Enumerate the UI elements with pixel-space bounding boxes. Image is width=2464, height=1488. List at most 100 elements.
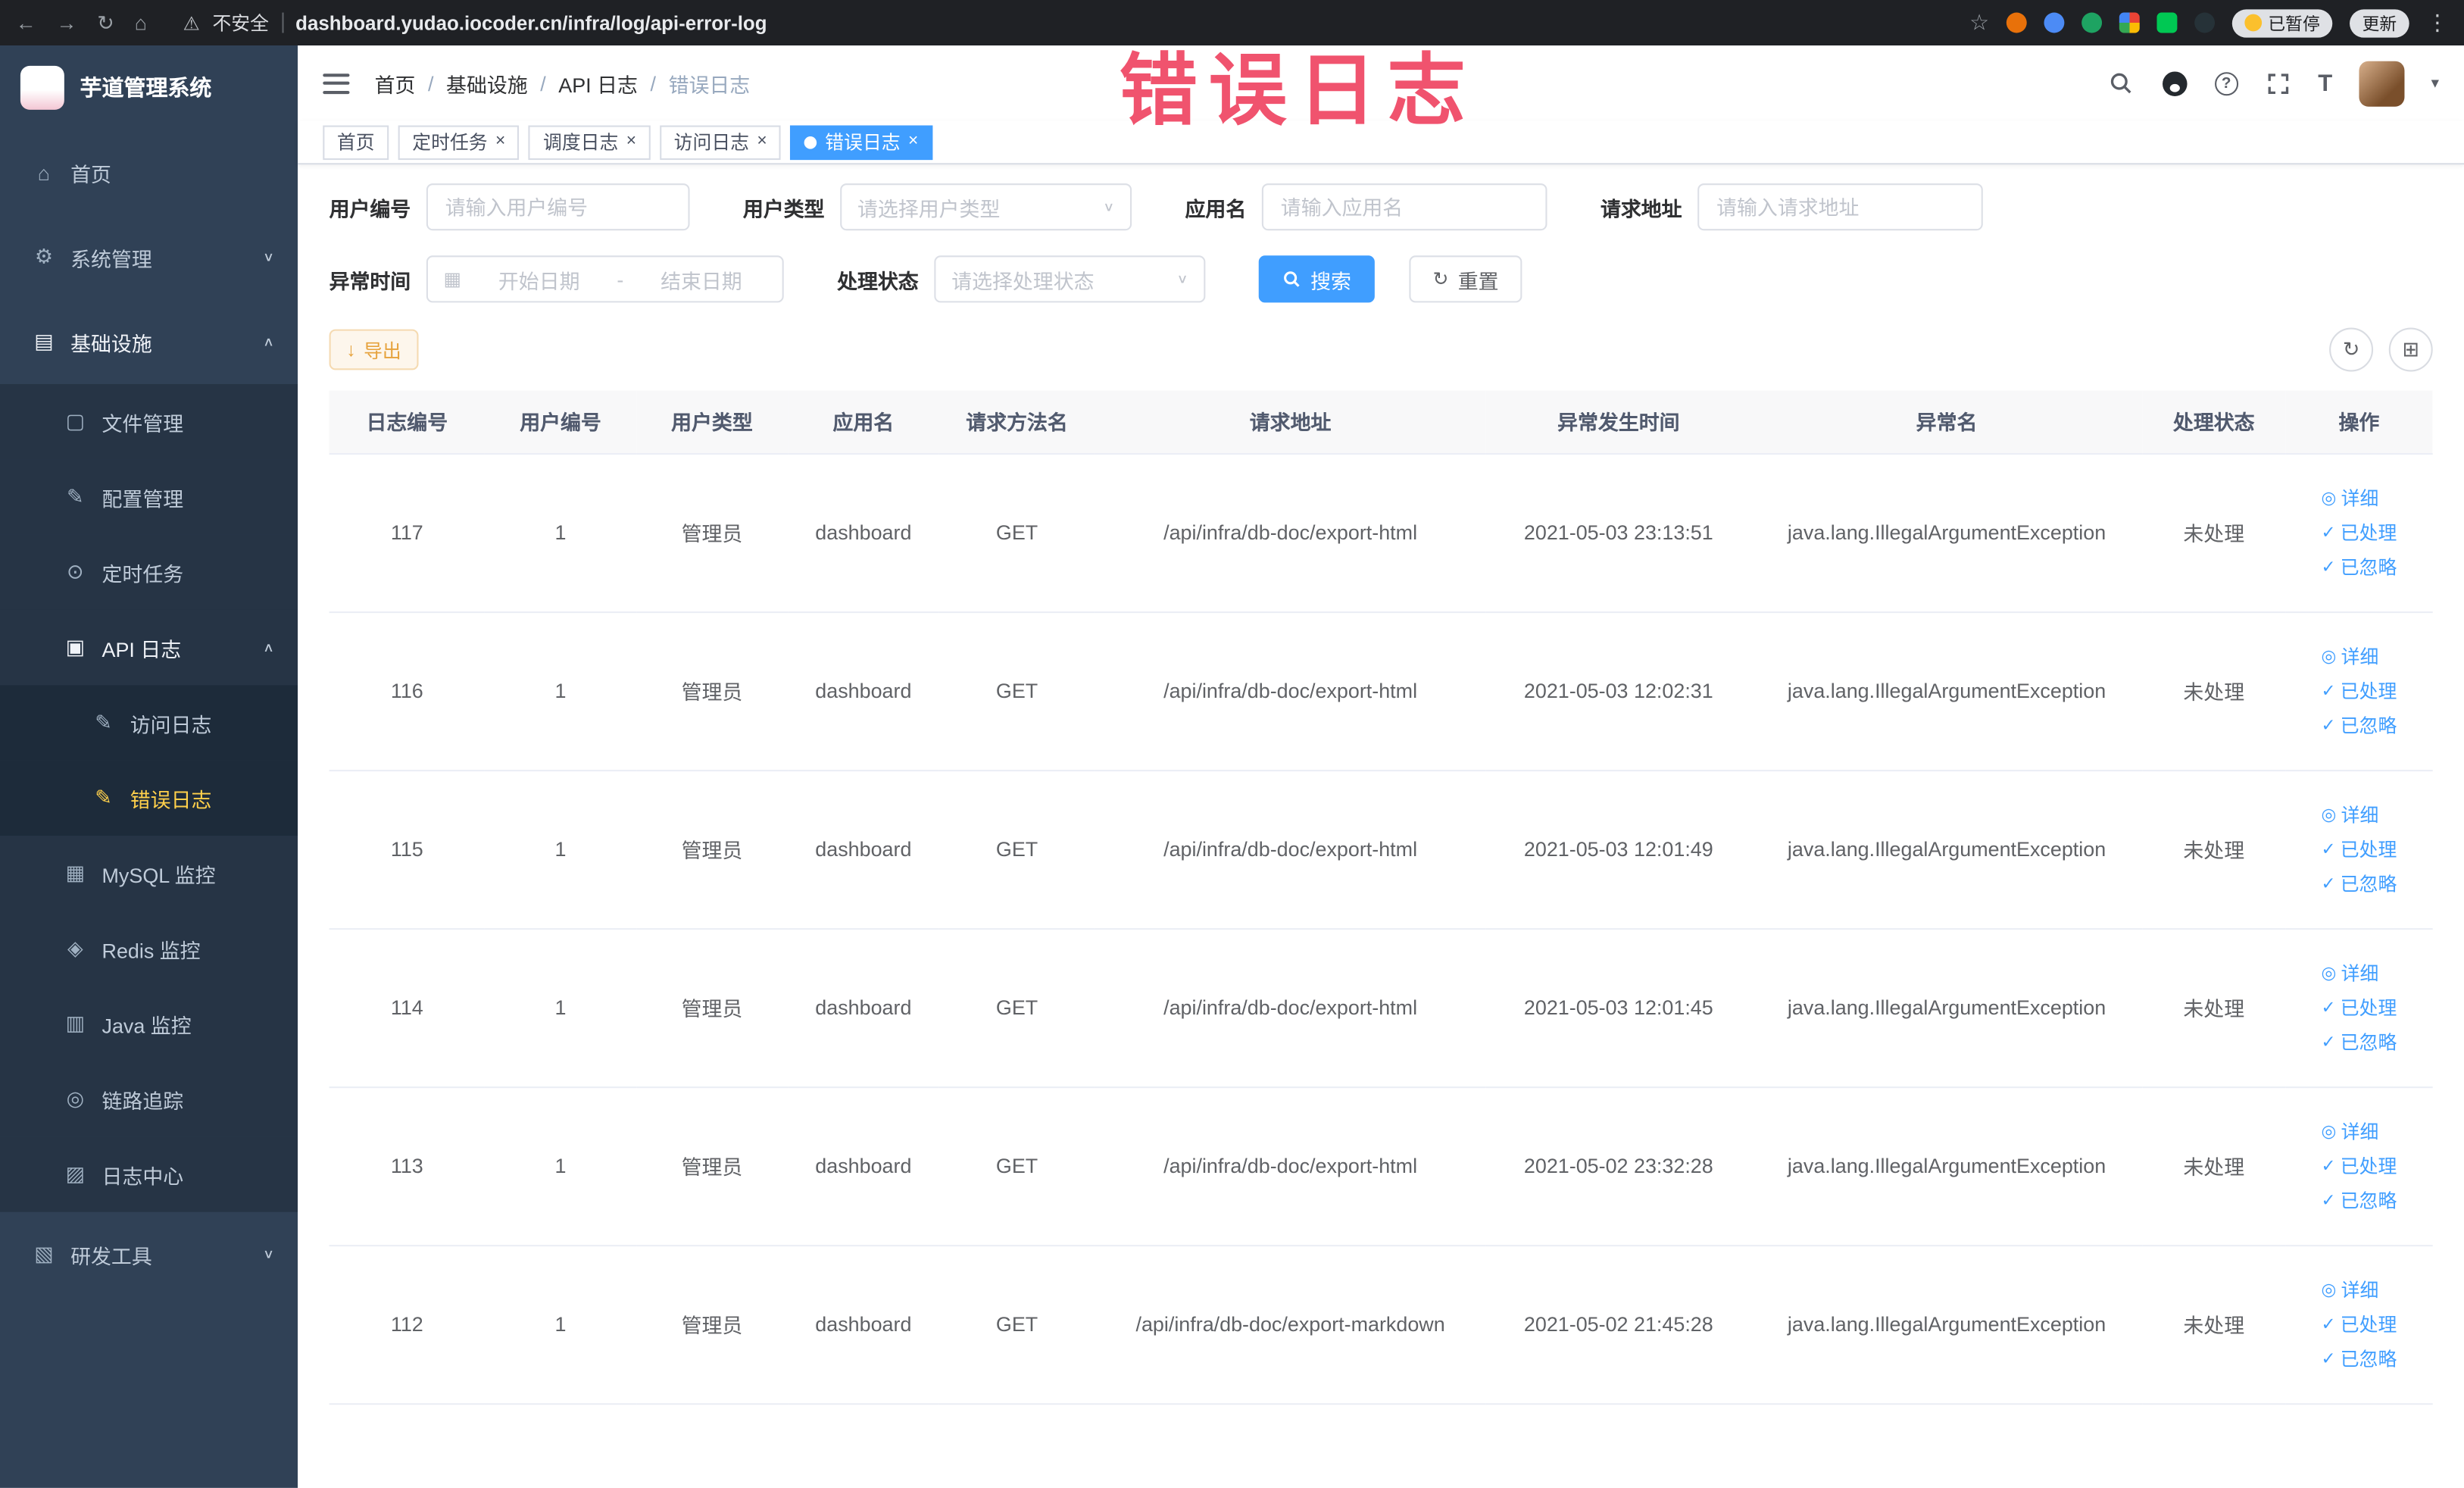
date-range-picker[interactable]: ▦ 开始日期 - 结束日期 xyxy=(426,255,784,303)
sidebar-item-home[interactable]: ⌂ 首页 xyxy=(0,130,298,215)
app-name-input[interactable] xyxy=(1261,183,1547,231)
back-icon[interactable]: ← xyxy=(16,11,36,34)
cell-exception-name: java.lang.IllegalArgumentException xyxy=(1750,1245,2143,1405)
cell-request-url: /api/infra/db-doc/export-html xyxy=(1095,453,1486,613)
extension-icon[interactable] xyxy=(2044,12,2065,33)
sidebar-item-access-log[interactable]: ✎ 访问日志 xyxy=(0,685,298,761)
breadcrumb-item[interactable]: 基础设施 xyxy=(446,68,528,98)
tab-首页[interactable]: 首页 xyxy=(323,124,389,160)
security-label[interactable]: 不安全 xyxy=(212,9,269,36)
browser-menu-icon[interactable]: ⋮ xyxy=(2426,9,2448,36)
cell-user-type: 管理员 xyxy=(636,611,788,771)
extension-icon[interactable] xyxy=(2119,12,2140,33)
sidebar-item-mysql[interactable]: ▦ MySQL 监控 xyxy=(0,835,298,911)
mark-ignored-link[interactable]: ✓ 已忽略 xyxy=(2322,553,2397,580)
check-icon: ✓ xyxy=(2321,1315,2336,1335)
close-icon[interactable]: × xyxy=(495,133,505,151)
detail-link[interactable]: ◎ 详细 xyxy=(2322,484,2379,511)
cell-status: 未处理 xyxy=(2142,1245,2286,1405)
update-button[interactable]: 更新 xyxy=(2350,8,2409,37)
reload-icon[interactable]: ↻ xyxy=(97,10,114,35)
tab-访问日志[interactable]: 访问日志 × xyxy=(660,124,782,160)
tab-label: 调度日志 xyxy=(542,130,619,153)
extension-icon[interactable] xyxy=(2194,12,2216,33)
app-logo[interactable]: 芋道管理系统 xyxy=(0,45,298,130)
detail-link[interactable]: ◎ 详细 xyxy=(2322,642,2379,669)
date-separator: - xyxy=(617,267,624,291)
refresh-button[interactable]: ↻ xyxy=(2329,327,2374,372)
search-icon[interactable] xyxy=(2108,70,2135,96)
address-bar[interactable]: ⚠ 不安全 dashboard.yudao.iocoder.cn/infra/l… xyxy=(183,9,767,36)
extension-icon[interactable] xyxy=(2156,12,2178,33)
user-type-select[interactable]: 请选择用户类型 ∨ xyxy=(840,183,1132,231)
sidebar-item-error-log[interactable]: ✎ 错误日志 xyxy=(0,760,298,836)
cell-exception-name: java.lang.IllegalArgumentException xyxy=(1750,611,2143,771)
url-text[interactable]: dashboard.yudao.iocoder.cn/infra/log/api… xyxy=(295,12,767,34)
error-log-icon: ✎ xyxy=(95,785,112,809)
bookmark-star-icon[interactable]: ☆ xyxy=(1969,9,1989,36)
extension-icon[interactable] xyxy=(2006,12,2027,33)
sidebar-item-infra[interactable]: ▤ 基础设施 ∧ xyxy=(0,299,298,384)
breadcrumb-separator: / xyxy=(427,71,434,95)
caret-down-icon[interactable]: ▾ xyxy=(2431,74,2439,92)
browser-actions: ☆ 已暂停 更新 ⋮ xyxy=(1969,8,2448,37)
hamburger-icon[interactable] xyxy=(323,73,350,94)
sidebar-item-file[interactable]: ▢ 文件管理 xyxy=(0,384,298,460)
sidebar-item-redis[interactable]: ◈ Redis 监控 xyxy=(0,911,298,986)
close-icon[interactable]: × xyxy=(908,133,918,151)
mark-ignored-link[interactable]: ✓ 已忽略 xyxy=(2322,1029,2397,1055)
cell-method: GET xyxy=(938,928,1095,1088)
sidebar-item-trace[interactable]: ◎ 链路追踪 xyxy=(0,1061,298,1137)
mark-processed-link[interactable]: ✓ 已处理 xyxy=(2322,1152,2397,1179)
sidebar-item-java[interactable]: ▥ Java 监控 xyxy=(0,986,298,1061)
detail-link[interactable]: ◎ 详细 xyxy=(2322,1118,2379,1144)
user-id-input[interactable] xyxy=(426,183,690,231)
fullscreen-icon[interactable] xyxy=(2265,70,2291,96)
detail-link[interactable]: ◎ 详细 xyxy=(2322,1276,2379,1302)
breadcrumb-item[interactable]: 首页 xyxy=(375,68,416,98)
mark-processed-link[interactable]: ✓ 已处理 xyxy=(2322,677,2397,704)
cell-request-url: /api/infra/db-doc/export-html xyxy=(1095,611,1486,771)
breadcrumb-item[interactable]: API 日志 xyxy=(558,68,638,98)
detail-link[interactable]: ◎ 详细 xyxy=(2322,801,2379,827)
paused-badge[interactable]: 已暂停 xyxy=(2231,8,2333,37)
home-browser-icon[interactable]: ⌂ xyxy=(135,11,147,34)
mark-ignored-link[interactable]: ✓ 已忽略 xyxy=(2322,1187,2397,1214)
column-settings-button[interactable]: ⊞ xyxy=(2388,327,2433,372)
font-size-icon[interactable]: T xyxy=(2318,71,2332,95)
mark-ignored-link[interactable]: ✓ 已忽略 xyxy=(2322,1346,2397,1372)
reset-button[interactable]: ↻ 重置 xyxy=(1409,255,1522,303)
extension-icon[interactable] xyxy=(2081,12,2103,33)
mark-ignored-link[interactable]: ✓ 已忽略 xyxy=(2322,712,2397,739)
github-icon[interactable] xyxy=(2161,70,2188,96)
sidebar-item-label: API 日志 xyxy=(101,637,182,661)
sidebar-item-api-log[interactable]: ▣ API 日志 ∧ xyxy=(0,609,298,686)
sidebar-item-system[interactable]: ⚙ 系统管理 ∨ xyxy=(0,215,298,300)
sidebar-item-log-center[interactable]: ▨ 日志中心 xyxy=(0,1136,298,1212)
mark-ignored-link[interactable]: ✓ 已忽略 xyxy=(2322,871,2397,897)
close-icon[interactable]: × xyxy=(757,133,767,151)
mark-processed-link[interactable]: ✓ 已处理 xyxy=(2322,1311,2397,1337)
sidebar-item-devtools[interactable]: ▧ 研发工具 ∨ xyxy=(0,1212,298,1297)
sidebar-item-label: 错误日志 xyxy=(130,787,212,811)
content: 用户编号 用户类型 请选择用户类型 ∨ 应用名 xyxy=(298,164,2464,1488)
tab-定时任务[interactable]: 定时任务 × xyxy=(398,124,520,160)
sidebar-item-job[interactable]: ⊙ 定时任务 xyxy=(0,534,298,610)
column-header: 请求地址 xyxy=(1095,390,1486,455)
help-icon[interactable]: ? xyxy=(2214,71,2238,95)
request-url-input[interactable] xyxy=(1697,183,1983,231)
tab-错误日志[interactable]: 错误日志 × xyxy=(790,124,932,160)
mark-processed-link[interactable]: ✓ 已处理 xyxy=(2322,519,2397,545)
mark-processed-link[interactable]: ✓ 已处理 xyxy=(2322,994,2397,1021)
cell-request-url: /api/infra/db-doc/export-html xyxy=(1095,928,1486,1088)
search-button[interactable]: 搜索 xyxy=(1258,255,1375,303)
mark-processed-link[interactable]: ✓ 已处理 xyxy=(2322,836,2397,862)
avatar[interactable] xyxy=(2359,60,2405,106)
export-button[interactable]: ↓ 导出 xyxy=(329,329,419,370)
detail-link[interactable]: ◎ 详细 xyxy=(2322,959,2379,986)
close-icon[interactable]: × xyxy=(626,133,636,151)
sidebar-item-config[interactable]: ✎ 配置管理 xyxy=(0,459,298,535)
forward-icon[interactable]: → xyxy=(56,11,77,34)
process-status-select[interactable]: 请选择处理状态 ∨ xyxy=(934,255,1206,303)
tab-调度日志[interactable]: 调度日志 × xyxy=(529,124,651,160)
